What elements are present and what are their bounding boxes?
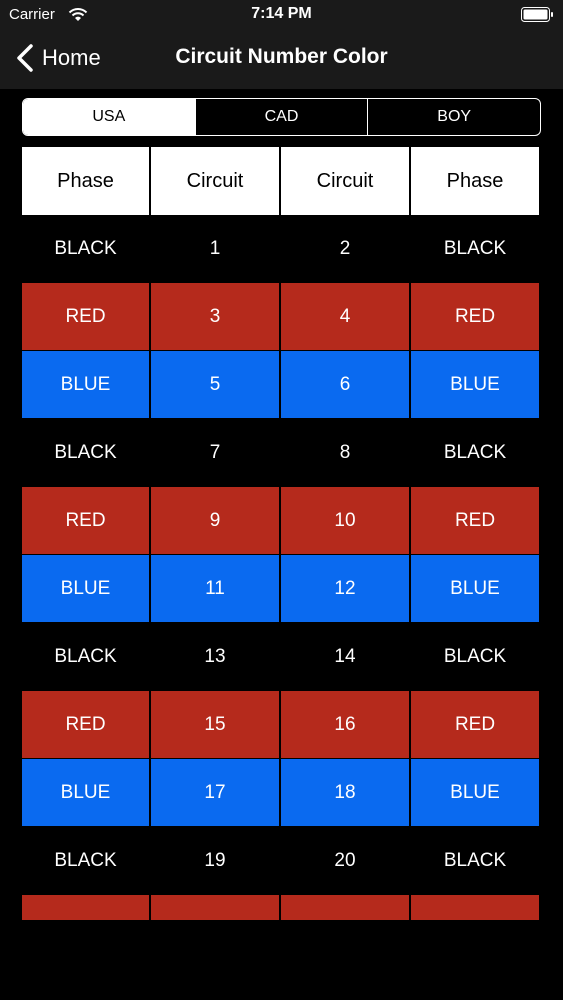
circuit-cell: 14: [281, 623, 409, 691]
phase-cell: BLUE: [411, 555, 539, 623]
phase-cell: RED: [411, 691, 539, 759]
circuit-cell: 9: [151, 487, 279, 555]
circuit-cell: 5: [151, 351, 279, 419]
circuit-cell: 10: [281, 487, 409, 555]
segment-usa[interactable]: USA: [23, 99, 195, 135]
circuit-cell: 11: [151, 555, 279, 623]
region-segmented-control: USA CAD BOY: [22, 98, 541, 136]
circuit-cell: 8: [281, 419, 409, 487]
circuit-cell: 2: [281, 215, 409, 283]
phase-cell: BLACK: [22, 215, 149, 283]
circuit-cell: 16: [281, 691, 409, 759]
phase-cell: BLUE: [411, 351, 539, 419]
phase-cell: RED: [411, 487, 539, 555]
phase-cell: RED: [22, 691, 149, 759]
table-header-row: Phase Circuit Circuit Phase: [22, 147, 541, 215]
phase-cell: [22, 895, 149, 920]
circuit-cell: 4: [281, 283, 409, 351]
phase-cell: BLUE: [22, 555, 149, 623]
table-row: RED 15 16 RED: [22, 691, 541, 759]
circuit-cell: 20: [281, 827, 409, 895]
table-row: BLACK 19 20 BLACK: [22, 827, 541, 895]
circuit-cell: 1: [151, 215, 279, 283]
phase-cell: RED: [411, 283, 539, 351]
table-row: BLACK 1 2 BLACK: [22, 215, 541, 283]
circuit-cell: 3: [151, 283, 279, 351]
table-row: BLUE 5 6 BLUE: [22, 351, 541, 419]
phase-cell: BLUE: [22, 351, 149, 419]
phase-cell: BLACK: [411, 827, 539, 895]
circuit-cell: 7: [151, 419, 279, 487]
phase-cell: BLACK: [22, 623, 149, 691]
segment-cad[interactable]: CAD: [194, 99, 368, 135]
circuit-color-table: Phase Circuit Circuit Phase BLACK 1 2 BLACK RED 3…: [22, 147, 541, 920]
column-header: Circuit: [151, 147, 279, 215]
column-header: Circuit: [281, 147, 409, 215]
table-row: BLUE 11 12 BLUE: [22, 555, 541, 623]
phase-cell: RED: [22, 283, 149, 351]
battery-icon: [521, 7, 553, 22]
phase-cell: [411, 895, 539, 920]
phase-cell: BLACK: [411, 215, 539, 283]
table-row: RED 3 4 RED: [22, 283, 541, 351]
circuit-cell: [151, 895, 279, 920]
circuit-cell: 15: [151, 691, 279, 759]
phase-cell: BLUE: [411, 759, 539, 827]
column-header: Phase: [22, 147, 149, 215]
navigation-bar: Home Circuit Number Color: [0, 30, 563, 89]
phase-cell: RED: [22, 487, 149, 555]
table-row: BLACK 7 8 BLACK: [22, 419, 541, 487]
phase-cell: BLACK: [411, 623, 539, 691]
page-title: Circuit Number Color: [175, 45, 388, 68]
circuit-cell: 17: [151, 759, 279, 827]
table-row: BLACK 13 14 BLACK: [22, 623, 541, 691]
circuit-cell: 19: [151, 827, 279, 895]
segment-boy[interactable]: BOY: [367, 99, 540, 135]
phase-cell: BLACK: [22, 419, 149, 487]
clock: 7:14 PM: [251, 5, 312, 22]
table-row: RED 9 10 RED: [22, 487, 541, 555]
phase-cell: BLUE: [22, 759, 149, 827]
circuit-cell: [281, 895, 409, 920]
circuit-cell: 18: [281, 759, 409, 827]
column-header: Phase: [411, 147, 539, 215]
circuit-cell: 12: [281, 555, 409, 623]
table-row: BLUE 17 18 BLUE: [22, 759, 541, 827]
table-row: [22, 895, 541, 920]
phase-cell: BLACK: [22, 827, 149, 895]
status-bar: Carrier 7:14 PM: [0, 0, 563, 30]
circuit-cell: 13: [151, 623, 279, 691]
circuit-cell: 6: [281, 351, 409, 419]
phase-cell: BLACK: [411, 419, 539, 487]
